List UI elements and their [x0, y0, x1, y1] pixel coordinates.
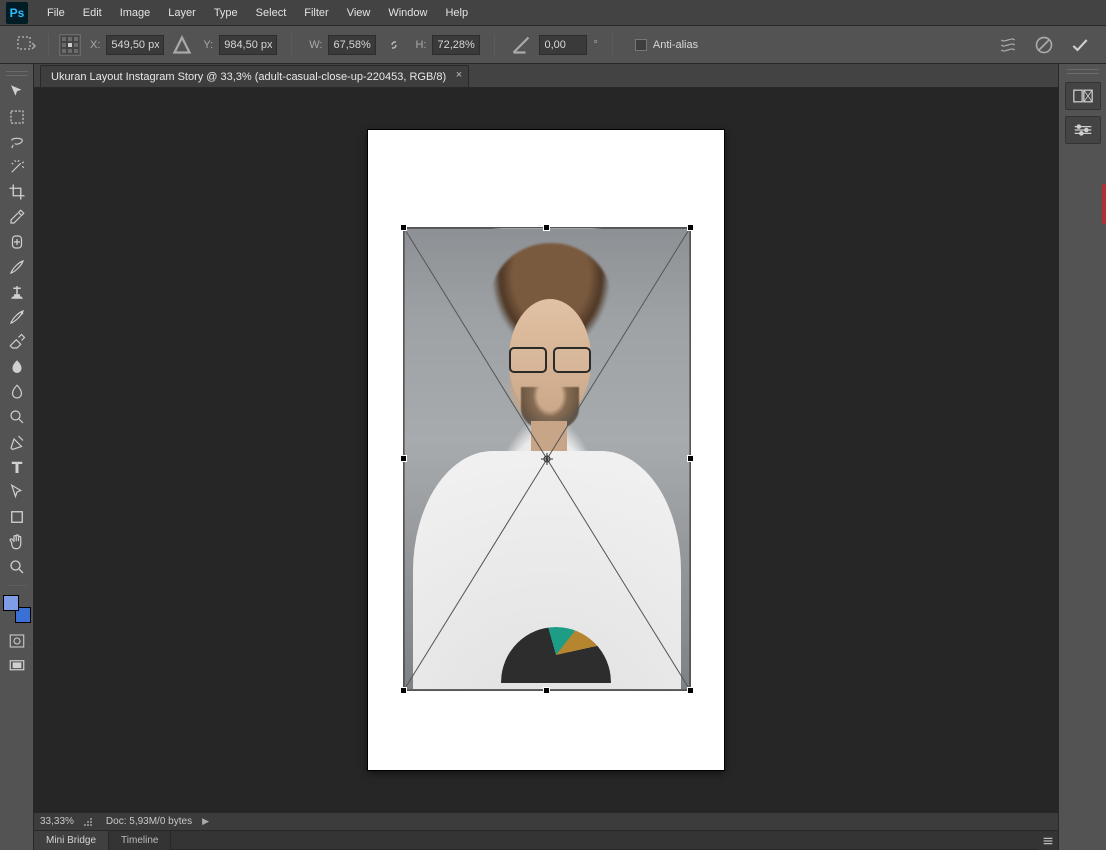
menu-edit[interactable]: Edit: [74, 0, 111, 25]
history-brush-tool-icon[interactable]: [4, 305, 30, 329]
separator: [494, 34, 495, 56]
crop-tool-icon[interactable]: [4, 180, 30, 204]
menu-file[interactable]: File: [38, 0, 74, 25]
menu-bar: Ps File Edit Image Layer Type Select Fil…: [0, 0, 1106, 26]
menu-view[interactable]: View: [338, 0, 380, 25]
blur-tool-icon[interactable]: [4, 380, 30, 404]
menu-help[interactable]: Help: [436, 0, 477, 25]
eraser-tool-icon[interactable]: [4, 330, 30, 354]
free-transform-tool-icon: [14, 34, 38, 56]
menu-window[interactable]: Window: [379, 0, 436, 25]
document-tab-bar: Ukuran Layout Instagram Story @ 33,3% (a…: [34, 64, 1058, 88]
x-label: X:: [90, 39, 100, 51]
tools-collapse-grip[interactable]: [2, 68, 32, 78]
warp-mode-icon[interactable]: [998, 35, 1018, 55]
right-collapse-grip[interactable]: [1062, 66, 1104, 76]
doc-info-readout[interactable]: Doc: 5,93M/0 bytes: [106, 816, 192, 827]
separator: [48, 34, 49, 56]
document-tab[interactable]: Ukuran Layout Instagram Story @ 33,3% (a…: [40, 65, 469, 87]
status-menu-arrow-icon[interactable]: ▶: [202, 816, 209, 827]
y-label: Y:: [203, 39, 213, 51]
eyedropper-tool-icon[interactable]: [4, 205, 30, 229]
document-tab-title: Ukuran Layout Instagram Story @ 33,3% (a…: [51, 71, 446, 83]
screenmode-toggle-icon[interactable]: [4, 654, 30, 678]
tab-mini-bridge[interactable]: Mini Bridge: [34, 831, 109, 850]
pen-tool-icon[interactable]: [4, 430, 30, 454]
menu-layer[interactable]: Layer: [159, 0, 205, 25]
zoom-tool-icon[interactable]: [4, 555, 30, 579]
collapsed-panel-edge-tab[interactable]: [1102, 184, 1106, 224]
x-input[interactable]: [106, 35, 164, 55]
status-bar: 33,33% Doc: 5,93M/0 bytes ▶: [34, 812, 1058, 830]
brush-tool-icon[interactable]: [4, 255, 30, 279]
healing-brush-tool-icon[interactable]: [4, 230, 30, 254]
commit-transform-icon[interactable]: [1070, 35, 1090, 55]
menu-type[interactable]: Type: [205, 0, 247, 25]
color-swatches[interactable]: [3, 595, 31, 623]
tab-timeline[interactable]: Timeline: [109, 831, 171, 850]
menu-select[interactable]: Select: [247, 0, 296, 25]
canvas-artboard: [368, 130, 724, 770]
separator: [612, 34, 613, 56]
reference-point-picker[interactable]: [59, 34, 81, 56]
cancel-transform-icon[interactable]: [1034, 35, 1054, 55]
document-area: Ukuran Layout Instagram Story @ 33,3% (a…: [34, 64, 1058, 850]
foreground-color-swatch[interactable]: [3, 595, 19, 611]
y-input[interactable]: [219, 35, 277, 55]
menu-image[interactable]: Image: [111, 0, 160, 25]
app-logo-icon: Ps: [6, 2, 28, 24]
close-tab-icon[interactable]: ×: [456, 69, 462, 81]
path-select-tool-icon[interactable]: [4, 480, 30, 504]
panel-icon-properties[interactable]: [1065, 116, 1101, 144]
rect-marquee-tool-icon[interactable]: [4, 105, 30, 129]
tools-panel: [0, 64, 34, 850]
dodge-tool-icon[interactable]: [4, 405, 30, 429]
panel-icon-history[interactable]: [1065, 82, 1101, 110]
w-label: W:: [309, 39, 322, 51]
magic-wand-tool-icon[interactable]: [4, 155, 30, 179]
angle-input[interactable]: [539, 35, 587, 55]
canvas-viewport[interactable]: [34, 88, 1058, 812]
link-aspect-icon[interactable]: [386, 37, 402, 53]
tool-separator: [4, 580, 30, 590]
bottom-panel-menu-icon[interactable]: [1038, 831, 1058, 850]
antialias-checkbox[interactable]: [635, 39, 647, 51]
h-label: H:: [415, 39, 426, 51]
right-panel-dock: [1058, 64, 1106, 850]
shape-tool-icon[interactable]: [4, 505, 30, 529]
quickmask-toggle-icon[interactable]: [4, 629, 30, 653]
gradient-tool-icon[interactable]: [4, 355, 30, 379]
status-resize-grip-icon[interactable]: [84, 817, 96, 827]
bottom-panel-tabs: Mini Bridge Timeline: [34, 830, 1058, 850]
menu-filter[interactable]: Filter: [295, 0, 337, 25]
clone-stamp-tool-icon[interactable]: [4, 280, 30, 304]
w-input[interactable]: [328, 35, 376, 55]
zoom-readout[interactable]: 33,33%: [40, 816, 74, 827]
type-tool-icon[interactable]: [4, 455, 30, 479]
rotate-angle-icon: [509, 34, 533, 56]
hand-tool-icon[interactable]: [4, 530, 30, 554]
delta-icon[interactable]: [170, 34, 194, 56]
lasso-tool-icon[interactable]: [4, 130, 30, 154]
h-input[interactable]: [432, 35, 480, 55]
separator: [291, 34, 292, 56]
placed-image[interactable]: [404, 228, 690, 690]
antialias-label: Anti-alias: [653, 39, 698, 51]
bottom-tab-spacer: [171, 831, 1038, 850]
options-bar: X: Y: W: H: ° Anti-alias: [0, 26, 1106, 64]
move-tool-icon[interactable]: [4, 80, 30, 104]
